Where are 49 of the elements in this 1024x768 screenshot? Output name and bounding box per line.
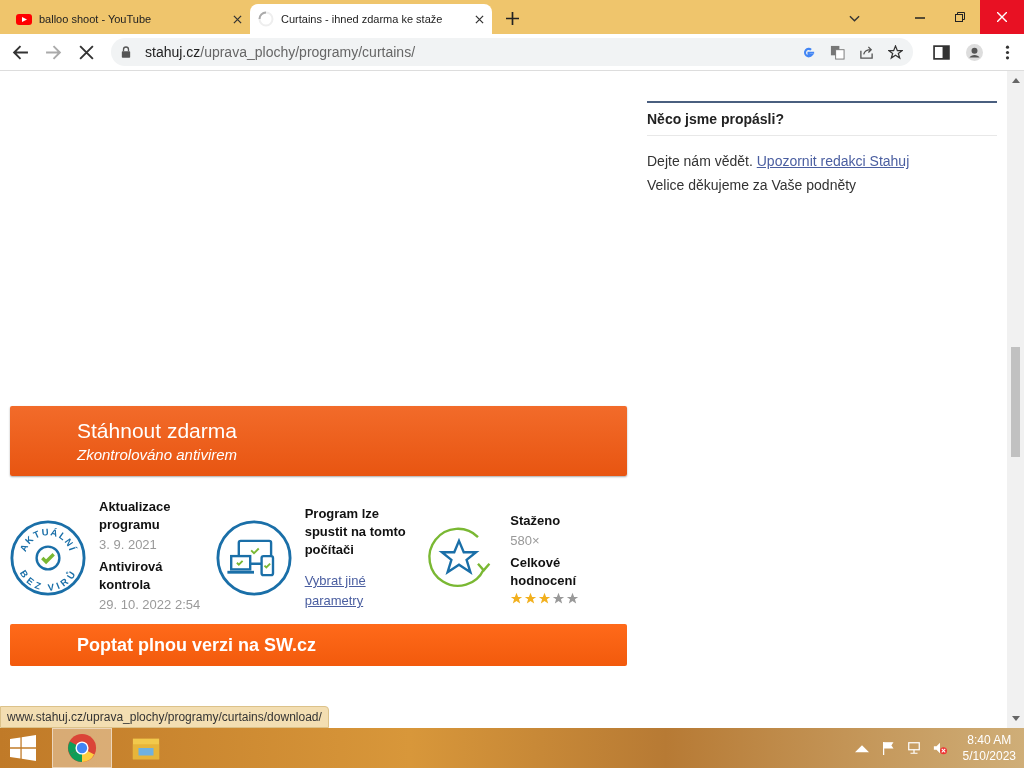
rating-star-icon [538, 591, 552, 605]
browser-tab[interactable]: balloo shoot - YouTube [8, 4, 250, 34]
notify-editors-link[interactable]: Upozornit redakci Stahuj [756, 153, 910, 169]
status-url-bubble: www.stahuj.cz/uprava_plochy/programy/curtains/download/ [0, 706, 329, 728]
tab-title: Curtains - ihned zdarma ke staže [281, 13, 444, 25]
sidebar-heading: Něco jsme propásli? [647, 103, 997, 136]
profile-icon[interactable] [966, 43, 983, 61]
scroll-down-icon[interactable] [1011, 716, 1020, 722]
share-icon[interactable] [859, 44, 874, 60]
chevron-down-icon[interactable] [849, 15, 860, 23]
browser-tab[interactable]: Curtains - ihned zdarma ke staže [250, 4, 492, 34]
antivirus-label: Antivirová kontrola [99, 558, 164, 594]
close-icon[interactable] [233, 14, 242, 24]
chrome-taskbar-button[interactable] [52, 728, 112, 768]
star-icon[interactable] [888, 44, 903, 60]
loading-spinner-icon [258, 11, 274, 27]
rating-label: Celkové hodnocení [510, 553, 578, 590]
rating-star-icon [552, 591, 566, 605]
update-label: Aktualizace programu [99, 498, 172, 534]
address-bar[interactable]: stahuj.cz/uprava_plochy/programy/curtains/ [111, 38, 913, 66]
muted-speaker-icon[interactable] [932, 741, 947, 755]
stop-icon[interactable] [78, 43, 95, 61]
downloads-label: Staženo [510, 511, 562, 530]
compatibility-text: Program lze spustit na tomto počítači [304, 505, 407, 559]
thanks-text: Velice děkujeme za Vaše podněty [647, 177, 857, 193]
url-text: stahuj.cz/uprava_plochy/programy/curtains/ [145, 44, 416, 60]
update-date: 3. 9. 2021 [99, 536, 158, 554]
antivirus-date: 29. 10. 2022 2:54 [99, 596, 202, 614]
scrollbar-thumb[interactable] [1011, 347, 1020, 457]
new-tab-icon[interactable] [506, 12, 519, 25]
devices-icon [215, 520, 292, 596]
video-play-icon [16, 11, 32, 27]
translate-icon[interactable] [830, 44, 845, 60]
sidebar-text: Dejte nám vědět. [647, 153, 753, 169]
change-parameters-link[interactable]: Vybrat jiné parametry [304, 571, 417, 611]
download-button[interactable]: Stáhnout zdarma Zkontrolováno antivirem [10, 406, 627, 476]
rating-star-icon [510, 591, 524, 605]
close-icon[interactable] [475, 14, 484, 24]
windows-start-icon[interactable] [10, 735, 36, 761]
flag-icon[interactable] [880, 741, 895, 755]
browser-logo-icon [67, 733, 97, 763]
back-arrow-icon[interactable] [12, 43, 29, 61]
scroll-up-icon[interactable] [1011, 77, 1020, 83]
download-count: 580× [510, 531, 541, 550]
side-panel-icon[interactable] [933, 43, 950, 61]
rating-star-icon [566, 591, 580, 605]
lock-icon [121, 46, 131, 58]
tab-title: balloo shoot - YouTube [39, 13, 153, 25]
rating-star-icon [524, 591, 538, 605]
